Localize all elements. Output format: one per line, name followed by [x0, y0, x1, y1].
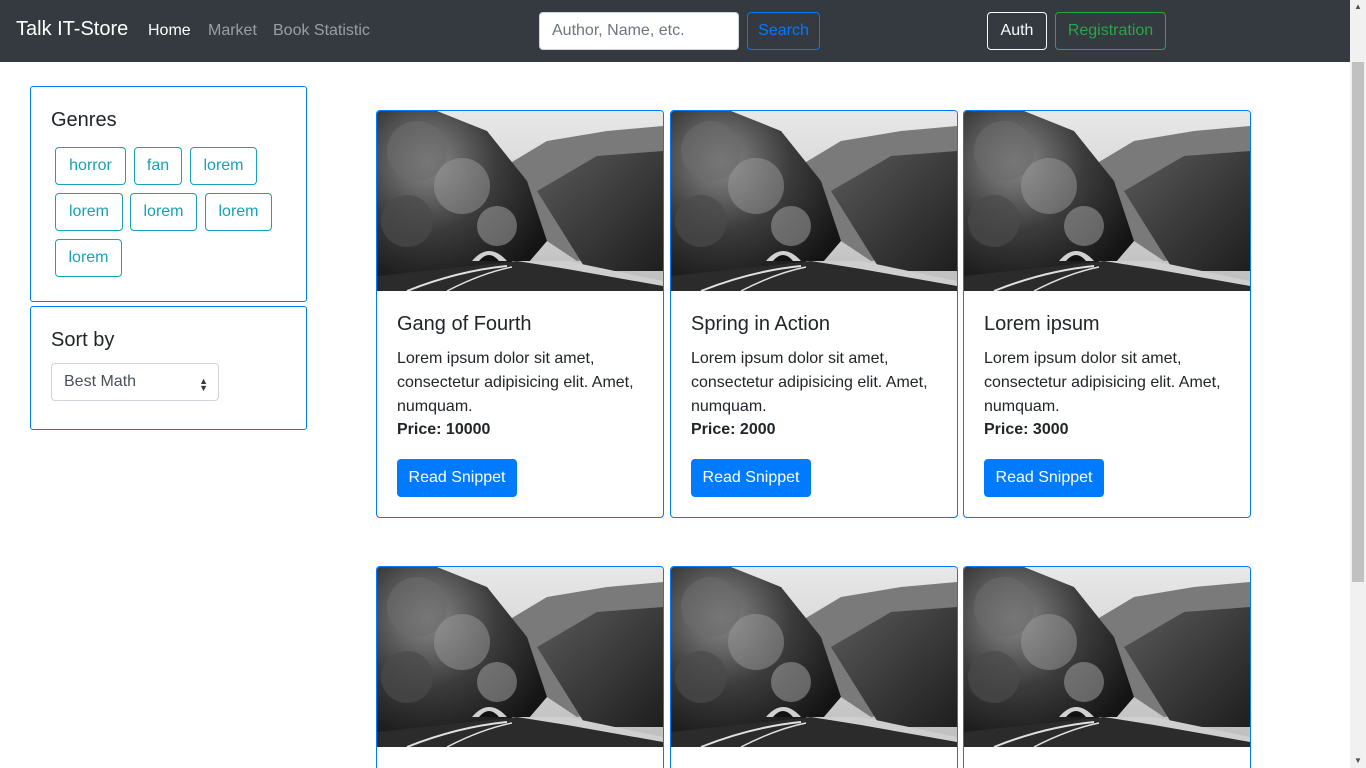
nav-link-book-statistic[interactable]: Book Statistic	[273, 22, 370, 40]
scrollbar-thumb[interactable]	[1352, 62, 1364, 582]
genre-button-lorem[interactable]: lorem	[55, 239, 122, 277]
search-input[interactable]	[539, 12, 739, 50]
book-title: Lorem ipsum	[984, 313, 1100, 335]
read-snippet-button[interactable]: Read Snippet	[984, 459, 1104, 497]
sort-select[interactable]: Best Math ▲ ▼	[51, 363, 219, 401]
book-card	[376, 566, 664, 768]
book-card: Lorem ipsum Lorem ipsum dolor sit amet, …	[963, 110, 1251, 518]
book-cover-image	[671, 111, 957, 291]
book-description: Lorem ipsum dolor sit amet, consectetur …	[984, 350, 1221, 415]
book-card	[963, 566, 1251, 768]
sort-selected-value: Best Math	[64, 373, 137, 390]
scroll-up-icon[interactable]: ▲	[1350, 0, 1366, 14]
book-card: Spring in Action Lorem ipsum dolor sit a…	[670, 110, 958, 518]
genre-button-horror[interactable]: horror	[55, 147, 126, 185]
genre-button-lorem[interactable]: lorem	[55, 193, 123, 231]
book-cover-image	[377, 111, 663, 291]
book-price: Price: 2000	[691, 421, 776, 438]
book-cover-image	[964, 567, 1250, 747]
genre-button-fan[interactable]: fan	[134, 147, 182, 185]
registration-button[interactable]: Registration	[1055, 12, 1166, 50]
book-card	[670, 566, 958, 768]
sort-panel: Sort by Best Math ▲ ▼	[30, 306, 307, 430]
scroll-down-icon[interactable]: ▼	[1350, 754, 1366, 768]
brand-logo[interactable]: Talk IT-Store	[16, 18, 128, 41]
genre-button-lorem[interactable]: lorem	[130, 193, 197, 231]
genre-button-lorem[interactable]: lorem	[190, 147, 257, 185]
book-description: Lorem ipsum dolor sit amet, consectetur …	[691, 350, 928, 415]
auth-button[interactable]: Auth	[987, 12, 1047, 50]
book-cover-image	[964, 111, 1250, 291]
book-title: Gang of Fourth	[397, 313, 532, 335]
read-snippet-button[interactable]: Read Snippet	[691, 459, 811, 497]
genres-title: Genres	[51, 109, 117, 131]
book-card: Gang of Fourth Lorem ipsum dolor sit ame…	[376, 110, 664, 518]
book-price: Price: 3000	[984, 421, 1069, 438]
sort-title: Sort by	[51, 329, 115, 351]
nav-link-home[interactable]: Home	[148, 22, 191, 40]
navbar: Talk IT-Store Home Market Book Statistic…	[0, 0, 1350, 62]
genres-panel: Genres horror fan lorem lorem lorem lore…	[30, 86, 307, 302]
genre-button-lorem[interactable]: lorem	[205, 193, 272, 231]
read-snippet-button[interactable]: Read Snippet	[397, 459, 517, 497]
book-title: Spring in Action	[691, 313, 830, 335]
search-button[interactable]: Search	[747, 12, 820, 50]
book-description: Lorem ipsum dolor sit amet, consectetur …	[397, 350, 634, 415]
book-price: Price: 10000	[397, 421, 491, 438]
nav-link-market[interactable]: Market	[208, 22, 257, 40]
book-cover-image	[377, 567, 663, 747]
book-cover-image	[671, 567, 957, 747]
page-scrollbar[interactable]: ▲ ▼	[1350, 0, 1366, 768]
